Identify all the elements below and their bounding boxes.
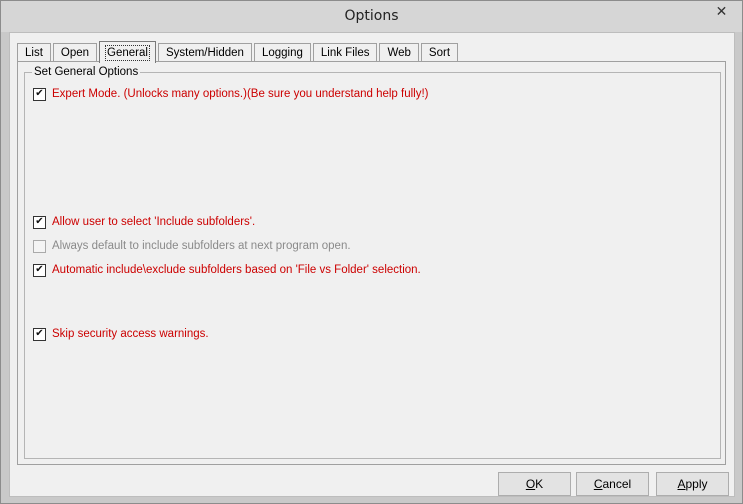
title-bar[interactable]: Options ✕ <box>1 1 742 32</box>
allow-include-subfolders-checkbox[interactable]: ✔ Allow user to select 'Include subfolde… <box>33 215 255 229</box>
tab-sort[interactable]: Sort <box>420 43 459 62</box>
tab-open[interactable]: Open <box>52 43 98 62</box>
tab-link-files[interactable]: Link Files <box>312 43 378 62</box>
tab-list[interactable]: List <box>17 43 51 62</box>
group-label: Set General Options <box>32 66 141 78</box>
tab-strip: List Open General System/Hidden Logging … <box>17 40 460 63</box>
checkbox-empty-icon <box>33 239 46 253</box>
close-icon[interactable]: ✕ <box>707 2 736 22</box>
apply-button[interactable]: Apply <box>656 472 729 496</box>
cancel-button[interactable]: Cancel <box>576 472 649 496</box>
tab-logging[interactable]: Logging <box>253 43 311 62</box>
ok-button[interactable]: OK <box>498 472 571 496</box>
tab-system-hidden[interactable]: System/Hidden <box>157 43 252 62</box>
dialog-client-area: List Open General System/Hidden Logging … <box>9 32 735 497</box>
general-options-group: Set General Options ✔ Expert Mode. (Unlo… <box>24 66 721 459</box>
check-icon[interactable]: ✔ <box>33 263 46 277</box>
expert-mode-checkbox[interactable]: ✔ Expert Mode. (Unlocks many options.)(B… <box>33 87 429 101</box>
check-icon[interactable]: ✔ <box>33 327 46 341</box>
tab-web[interactable]: Web <box>379 43 419 62</box>
default-include-subfolders-checkbox: Always default to include subfolders at … <box>33 239 351 253</box>
skip-security-warnings-checkbox[interactable]: ✔ Skip security access warnings. <box>33 327 209 341</box>
general-tab-panel: Set General Options ✔ Expert Mode. (Unlo… <box>17 61 726 465</box>
check-icon[interactable]: ✔ <box>33 87 46 101</box>
check-icon[interactable]: ✔ <box>33 215 46 229</box>
window-title: Options <box>344 8 399 24</box>
options-window: Options ✕ List Open General System/Hidde… <box>0 0 743 504</box>
tab-general[interactable]: General <box>99 41 156 63</box>
auto-include-exclude-checkbox[interactable]: ✔ Automatic include\exclude subfolders b… <box>33 263 421 277</box>
